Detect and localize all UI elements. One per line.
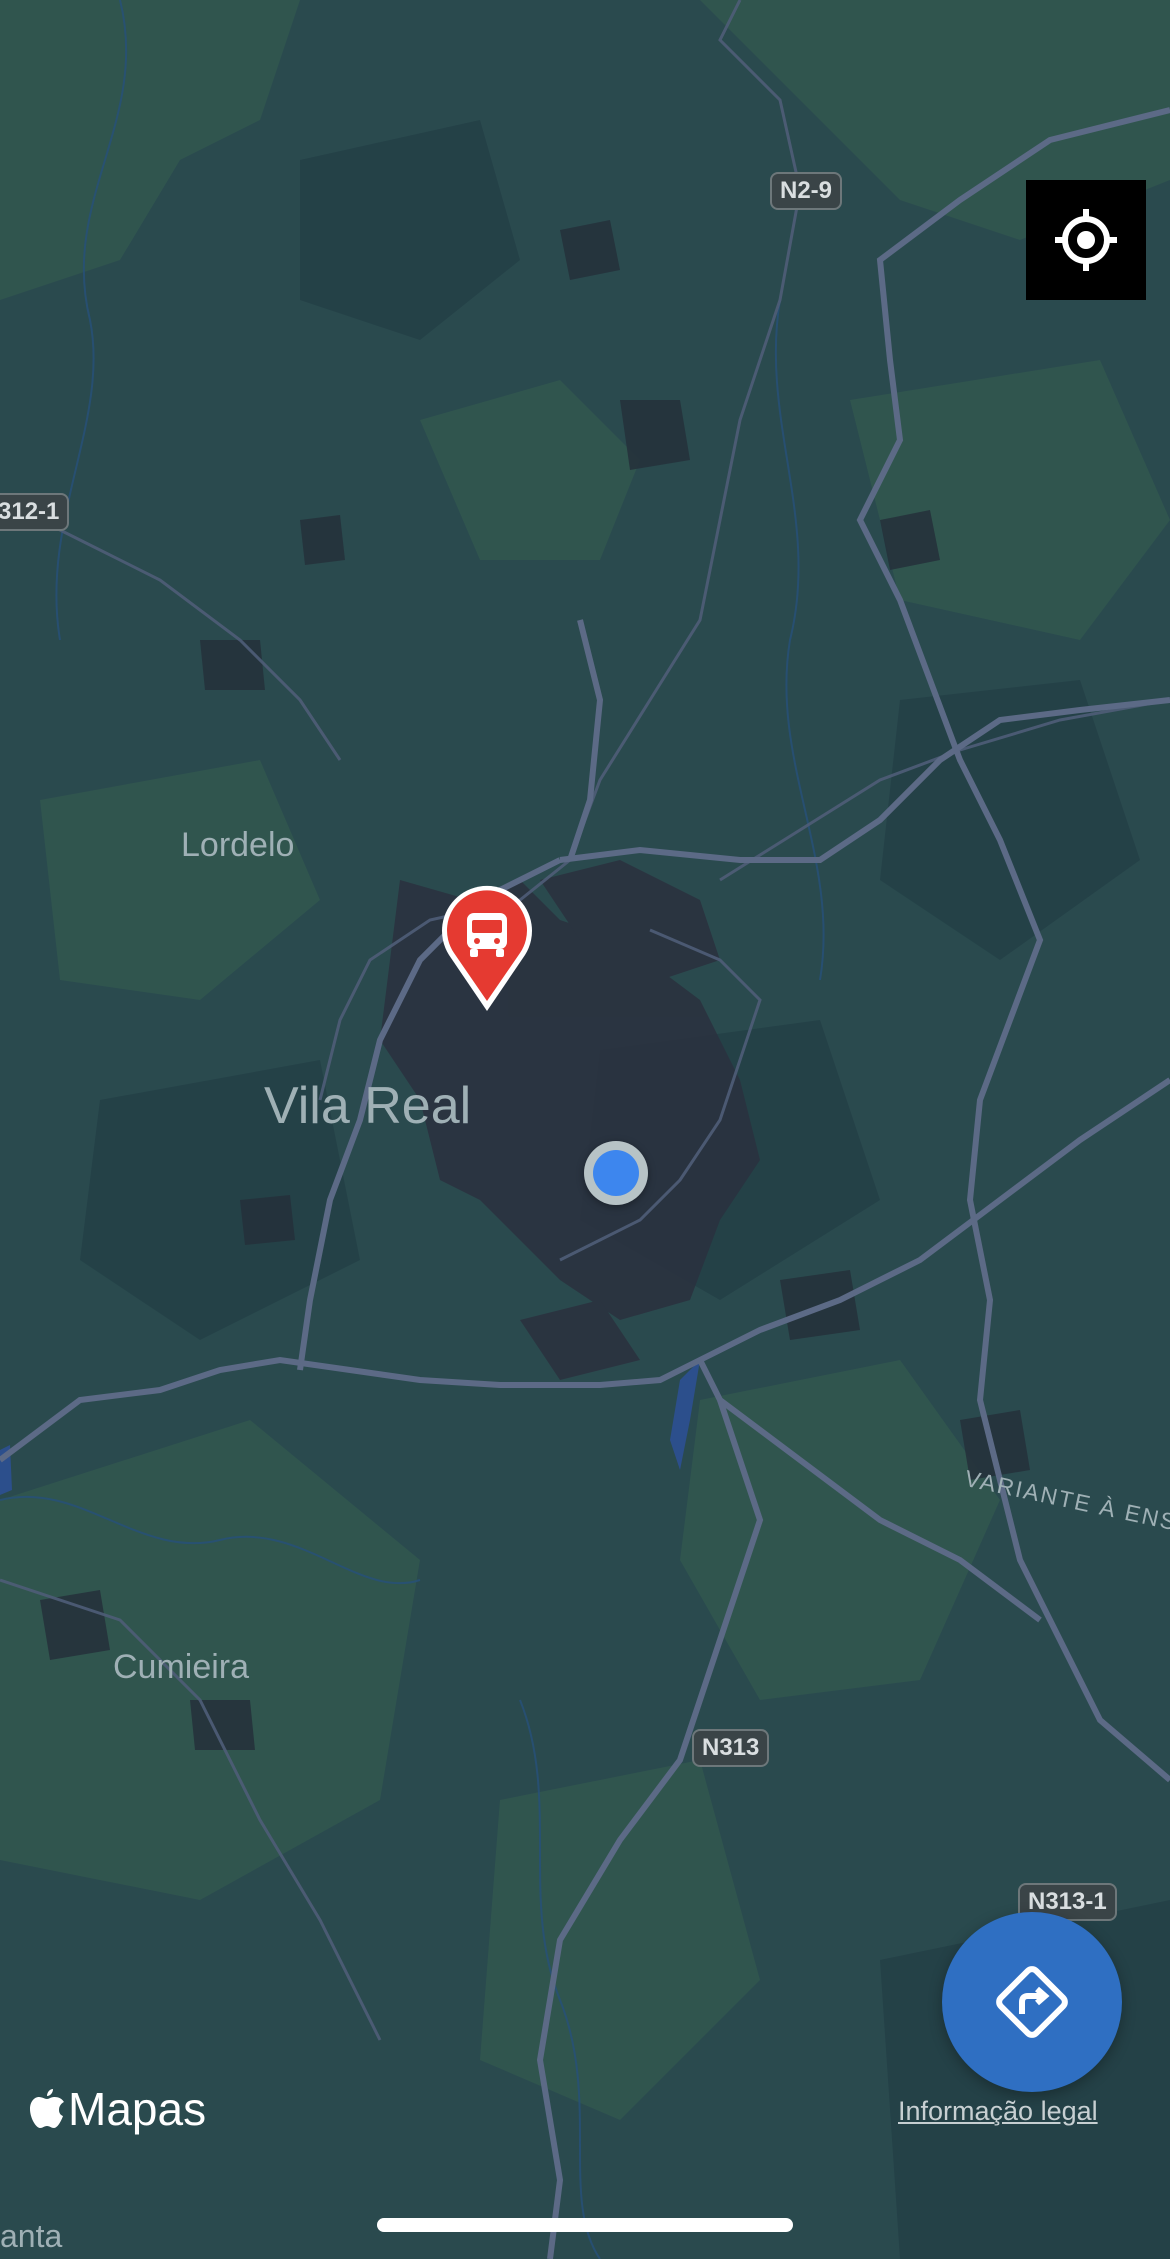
place-label-lordelo: Lordelo xyxy=(181,826,295,864)
apple-logo-icon xyxy=(30,2089,64,2128)
user-location-dot xyxy=(584,1141,648,1205)
road-shield-312-1: 312-1 xyxy=(0,493,70,531)
directions-icon xyxy=(996,1966,1068,2038)
place-label-vila-real: Vila Real xyxy=(264,1077,472,1135)
legal-info-link[interactable]: Informação legal xyxy=(898,2096,1098,2127)
place-label-santa: anta xyxy=(0,2218,63,2254)
place-label-cumieira: Cumieira xyxy=(113,1648,250,1686)
location-target-icon xyxy=(1055,209,1117,271)
road-shield-n2-9: N2-9 xyxy=(770,172,843,210)
locate-me-button[interactable] xyxy=(1026,180,1146,300)
road-shield-n313: N313 xyxy=(692,1729,770,1767)
maps-brand-logo: Mapas xyxy=(30,2082,206,2136)
directions-button[interactable] xyxy=(942,1912,1122,2092)
home-indicator[interactable] xyxy=(377,2218,793,2232)
brand-name: Mapas xyxy=(68,2083,207,2135)
